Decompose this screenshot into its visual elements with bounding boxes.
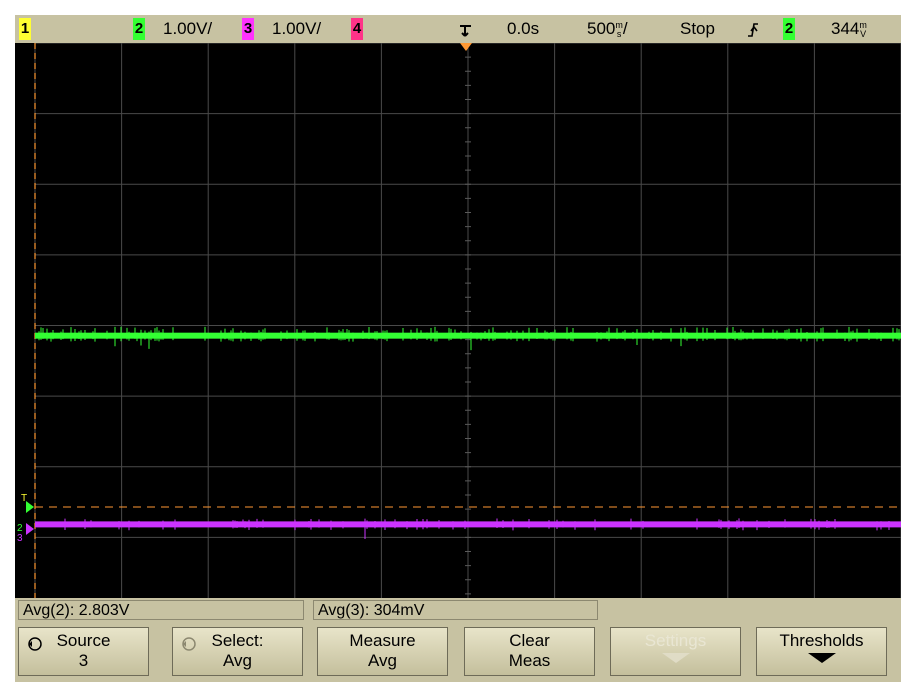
measure-softkey[interactable]: Measure Avg xyxy=(317,627,448,676)
channel-3-ground-arrow xyxy=(26,523,34,535)
entry-knob-icon xyxy=(28,637,42,651)
status-bar: 1 2 1.00V/ 3 1.00V/ 4 0.0s 500m s/ Stop 2… xyxy=(15,15,901,43)
channel-3-scale: 1.00V/ xyxy=(272,19,322,38)
trace-band xyxy=(35,332,901,339)
settings-softkey-label: Settings xyxy=(644,631,707,650)
submenu-arrow-icon xyxy=(807,653,836,663)
trigger-source-indicator[interactable]: 2 xyxy=(783,18,795,40)
measurement-bar: Avg(2): 2.803V Avg(3): 304mV xyxy=(15,598,901,623)
select-softkey-value: Avg xyxy=(223,651,252,670)
measurement-avg-ch2: Avg(2): 2.803V xyxy=(18,600,304,620)
source-softkey-value: 3 xyxy=(78,651,89,670)
trigger-position-marker xyxy=(460,43,472,51)
time-scale-suffix: / xyxy=(622,19,628,38)
thresholds-softkey[interactable]: Thresholds xyxy=(756,627,887,676)
entry-knob-icon xyxy=(182,637,196,651)
measure-softkey-value: Avg xyxy=(368,651,397,670)
settings-softkey[interactable]: Settings xyxy=(610,627,741,676)
trigger-level: 344m V xyxy=(831,18,867,40)
time-scale: 500m s/ xyxy=(587,18,628,40)
trigger-level-value: 344 xyxy=(831,19,860,38)
channel-4-indicator[interactable]: 4 xyxy=(351,18,363,40)
time-scale-value: 500 xyxy=(587,19,616,38)
channel-3-ground-marker: 3 xyxy=(17,533,23,544)
run-state: Stop xyxy=(680,19,715,38)
channel-1-indicator[interactable]: 1 xyxy=(19,18,31,40)
time-scale-unit-bottom: s xyxy=(616,28,622,39)
clear-meas-softkey[interactable]: Clear Meas xyxy=(464,627,595,676)
channel-3-indicator[interactable]: 3 xyxy=(242,18,254,40)
source-softkey[interactable]: Source 3 xyxy=(18,627,149,676)
select-softkey[interactable]: Select: Avg xyxy=(172,627,303,676)
trigger-level-unit-bottom: V xyxy=(860,28,867,39)
oscilloscope-screen: 1 2 1.00V/ 3 1.00V/ 4 0.0s 500m s/ Stop 2… xyxy=(15,15,901,682)
channel-2-indicator[interactable]: 2 xyxy=(133,18,145,40)
clear-meas-softkey-value: Meas xyxy=(508,651,551,670)
measurement-avg-ch3: Avg(3): 304mV xyxy=(313,600,598,620)
time-delay: 0.0s xyxy=(507,19,540,38)
trigger-level-arrow xyxy=(26,501,34,513)
waveform-display[interactable]: T 2 3 xyxy=(15,43,901,608)
trigger-position-icon xyxy=(460,25,471,37)
clear-meas-softkey-label: Clear xyxy=(509,631,550,650)
submenu-arrow-icon xyxy=(661,653,690,663)
softkey-menu: Source 3 Select: Avg Measure Avg Clear M… xyxy=(15,623,901,682)
thresholds-softkey-label: Thresholds xyxy=(779,631,864,650)
measure-softkey-label: Measure xyxy=(349,631,416,650)
trace-band xyxy=(35,521,901,528)
rising-edge-icon xyxy=(748,23,758,37)
channel-2-scale: 1.00V/ xyxy=(163,19,213,38)
